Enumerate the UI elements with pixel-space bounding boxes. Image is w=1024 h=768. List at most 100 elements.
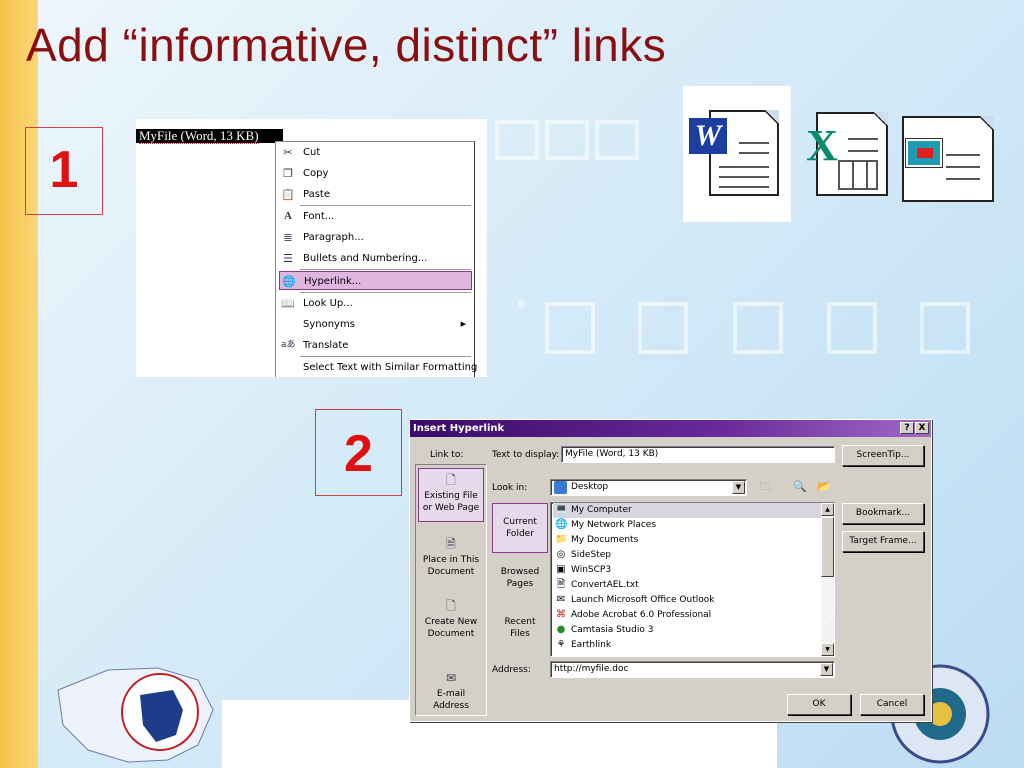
menu-item-paste[interactable]: 📋 Paste [279,185,472,204]
file-item[interactable]: 🌐 My Network Places [553,518,823,533]
browse-recent-files[interactable]: Recent Files [492,616,548,640]
browse-current-folder[interactable]: Current Folder [492,503,548,553]
word-badge: W [689,118,727,154]
menu-item-label: Synonyms [303,319,355,330]
excel-badge: X [806,121,838,170]
submenu-arrow-icon: ▶ [460,320,466,328]
dropdown-arrow-icon[interactable]: ▼ [732,481,745,494]
menu-item-lookup[interactable]: 📖 Look Up... [279,294,472,313]
link-to-label-text: Existing File or Web Page [422,491,480,513]
menu-item-font[interactable]: A Font... [279,207,472,226]
file-item[interactable]: 💻 My Computer [553,503,823,518]
bg-decoration [495,120,539,160]
browse-mode-label: Current Folder [503,517,537,539]
ok-button[interactable]: OK [787,694,851,715]
copy-icon: ❐ [283,167,293,180]
file-item[interactable]: ✉ Launch Microsoft Office Outlook [553,593,823,608]
cancel-button[interactable]: Cancel [860,694,924,715]
link-to-pane: 🗋 Existing File or Web Page 🗎 Place in Thi… [415,464,487,716]
look-in-select[interactable]: Desktop ▼ [550,479,747,496]
app-icon: ◎ [556,549,566,560]
dialog-title: Insert Hyperlink [413,423,505,434]
menu-item-label: Translate [303,340,349,351]
file-item[interactable]: ● Camtasia Studio 3 [553,623,823,638]
file-name: Adobe Acrobat 6.0 Professional [571,610,712,620]
scroll-up-icon[interactable]: ▲ [821,503,834,516]
file-list-scrollbar[interactable]: ▲ ▼ [821,503,834,656]
step-2-number: 2 [344,425,373,483]
bg-decoration [827,302,877,354]
file-list: 💻 My Computer 🌐 My Network Places 📁 My Docu… [550,502,835,657]
bg-decoration [595,120,639,160]
browse-mode-label: Browsed Pages [500,567,540,589]
app-icon: ▣ [556,564,566,575]
selected-link-text: MyFile (Word, 13 KB) [136,128,283,144]
bg-decoration [545,302,595,354]
target-frame-button[interactable]: Target Frame... [842,531,924,552]
text-to-display-input[interactable]: MyFile (Word, 13 KB) [561,446,835,463]
menu-item-select-similar[interactable]: Select Text with Similar Formatting [279,358,477,377]
link-to-existing-file[interactable]: 🗋 Existing File or Web Page [418,468,484,522]
paragraph-icon: ≣ [283,231,293,244]
address-input[interactable]: http://myfile.doc ▼ [550,661,835,678]
address-value: http://myfile.doc [554,664,629,674]
office-icons-panel: W [683,86,791,222]
dialog-titlebar: Insert Hyperlink [410,420,931,437]
browse-web-icon[interactable]: 🔍 [790,478,810,498]
menu-separator [300,356,471,357]
menu-item-bullets[interactable]: ☰ Bullets and Numbering... [279,249,472,268]
step-1-number: 1 [49,141,79,199]
menu-item-synonyms[interactable]: Synonyms ▶ [279,315,472,334]
menu-item-label: Paragraph... [303,232,364,243]
up-folder-icon[interactable]: 🗀 [755,478,775,498]
file-name: WinSCP3 [571,565,612,575]
menu-item-copy[interactable]: ❐ Copy [279,164,472,183]
file-item[interactable]: ◎ SideStep [553,548,823,563]
menu-item-paragraph[interactable]: ≣ Paragraph... [279,228,472,247]
menu-item-hyperlink[interactable]: 🌐 Hyperlink... [279,271,472,290]
file-item[interactable]: ▣ WinSCP3 [553,563,823,578]
file-name: ConvertAEL.txt [571,580,639,590]
outlook-icon: ✉ [556,594,566,605]
link-to-place-in-document[interactable]: 🗎 Place in This Document [418,537,484,578]
desktop-icon [554,481,567,494]
link-to-new-document[interactable]: 🗋 Create New Document [418,599,484,640]
scroll-thumb[interactable] [821,517,834,577]
screentip-button[interactable]: ScreenTip... [842,445,924,466]
step-2-box: 2 [315,409,402,496]
close-button[interactable]: X [915,422,929,434]
text-file-icon: 🗎 [556,579,566,590]
menu-item-label: Cut [303,147,321,158]
bg-decoration [638,302,688,354]
menu-item-cut[interactable]: ✂ Cut [279,143,472,162]
translate-icon: aあ [281,340,296,350]
file-name: Launch Microsoft Office Outlook [571,595,715,605]
southeast-dbtac-logo [48,650,223,768]
browse-mode-pane: Current Folder Browsed Pages Recent File… [492,502,548,658]
link-to-label-text: Place in This Document [422,555,480,577]
file-item[interactable]: ⚘ Earthlink [553,638,823,653]
menu-item-label: Font... [303,211,335,222]
network-icon: 🌐 [555,519,568,530]
font-icon: A [284,210,292,222]
browse-file-icon[interactable]: 📂 [814,478,834,498]
scroll-down-icon[interactable]: ▼ [821,643,834,656]
file-item[interactable]: ⌘ Adobe Acrobat 6.0 Professional [553,608,823,623]
dropdown-arrow-icon[interactable]: ▼ [820,663,833,676]
file-name: My Computer [571,505,632,515]
browse-browsed-pages[interactable]: Browsed Pages [492,566,548,590]
file-item[interactable]: 📁 My Documents [553,533,823,548]
context-menu: ✂ Cut ❐ Copy 📋 Paste A Font... ≣ Paragraph...… [275,141,477,377]
menu-item-translate[interactable]: aあ Translate [279,336,472,355]
step-1-box: 1 [25,127,103,215]
menu-separator [300,292,471,293]
bg-decoration [733,302,783,354]
link-to-email-address[interactable]: ✉ E-mail Address [418,671,484,712]
text-to-display-label: Text to display: [492,450,560,460]
file-item[interactable]: 🗎 ConvertAEL.txt [553,578,823,593]
filename-text: MyFile (Word, 13 KB) [139,128,259,144]
email-icon: ✉ [445,671,457,685]
bookmark-button[interactable]: Bookmark... [842,503,924,524]
help-button[interactable]: ? [900,422,914,434]
new-document-icon: 🗋 [446,599,456,613]
